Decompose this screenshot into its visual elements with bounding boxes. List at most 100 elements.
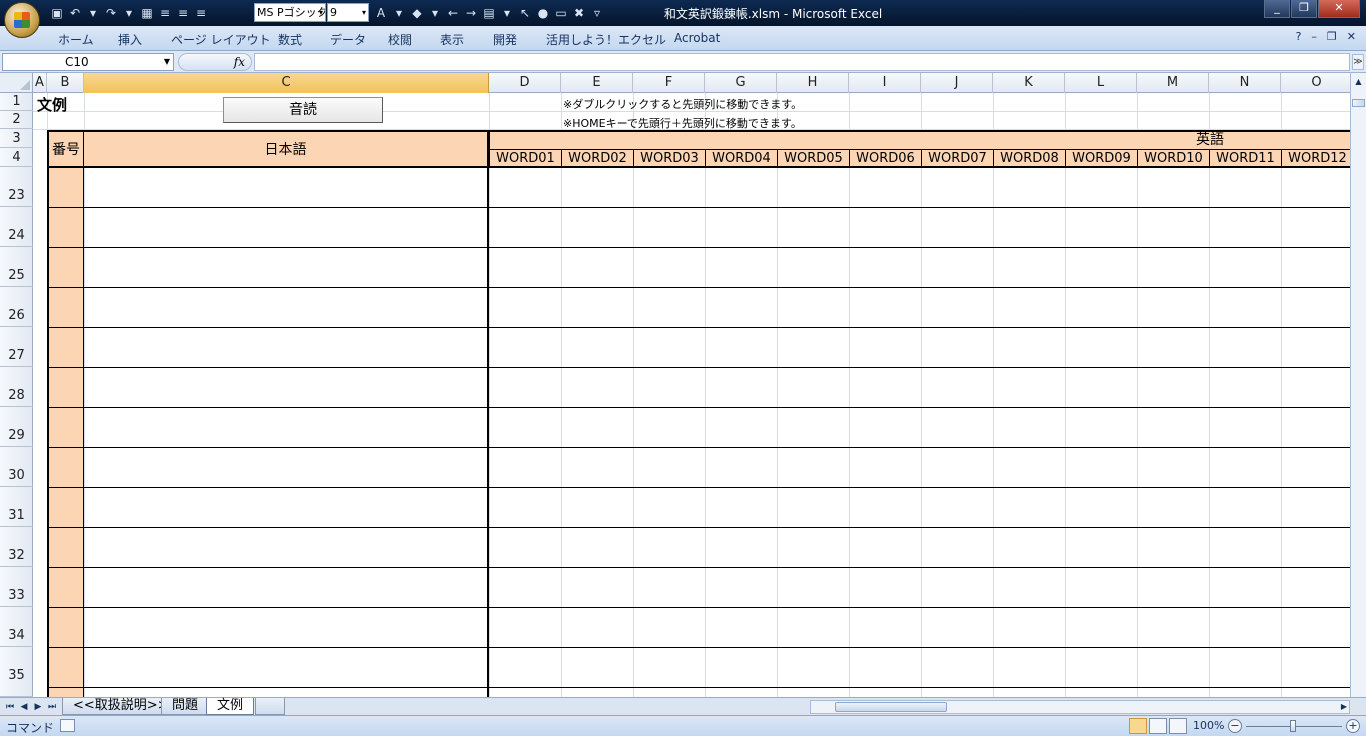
word-header[interactable]: WORD12 [1282,150,1350,167]
page-layout-view-button[interactable] [1149,718,1167,734]
header-eigo[interactable]: 英語 [488,130,1350,149]
row-header[interactable]: 34 [0,607,33,647]
col-header-b[interactable]: B [47,73,84,93]
zoom-in-button[interactable]: + [1346,719,1360,733]
word-row[interactable] [489,608,1350,648]
select-all-button[interactable] [0,73,33,93]
nihongo-cell[interactable] [84,408,489,448]
word-header[interactable]: WORD11 [1210,150,1282,167]
word-header[interactable]: WORD09 [1066,150,1138,167]
tab-page-layout[interactable]: ページ レイアウト [171,31,271,48]
word-row[interactable] [489,528,1350,568]
help-icon[interactable]: ? [1296,30,1302,43]
bangou-cell[interactable] [47,408,84,448]
name-box[interactable]: C10 ▼ [2,53,174,71]
nihongo-cell[interactable] [84,168,489,208]
insert-function-button[interactable]: fx [178,53,252,71]
zoom-level[interactable]: 100% [1193,719,1224,732]
word-header[interactable]: WORD03 [634,150,706,167]
insert-sheet-icon[interactable] [255,698,285,715]
word-row[interactable] [489,648,1350,688]
col-header-a[interactable]: A [33,73,47,93]
header-nihongo[interactable]: 日本語 [84,130,489,168]
col-header-k[interactable]: K [993,73,1065,93]
ondoku-button[interactable]: 音読 [223,97,383,123]
tab-home[interactable]: ホーム [58,31,94,48]
tab-insert[interactable]: 挿入 [118,31,142,48]
zoom-out-button[interactable]: − [1228,719,1242,733]
workbook-close-button[interactable]: ✕ [1347,30,1356,43]
col-header-g[interactable]: G [705,73,777,93]
bangou-cell[interactable] [47,248,84,288]
formula-input[interactable] [254,53,1350,71]
col-header-o[interactable]: O [1281,73,1350,93]
sheet-tab-bunrei[interactable]: 文例 [206,698,255,715]
col-header-e[interactable]: E [561,73,633,93]
bangou-cell[interactable] [47,328,84,368]
bangou-cell[interactable] [47,648,84,688]
nihongo-cell[interactable] [84,328,489,368]
nihongo-cell[interactable] [84,208,489,248]
workbook-minimize-button[interactable]: – [1311,30,1317,43]
header-bangou[interactable]: 番号 [47,130,84,168]
col-header-l[interactable]: L [1065,73,1137,93]
word-header[interactable]: WORD07 [922,150,994,167]
nihongo-cell[interactable] [84,568,489,608]
tab-view[interactable]: 表示 [440,31,464,48]
word-header[interactable]: WORD04 [706,150,778,167]
minimize-button[interactable]: _ [1264,0,1290,18]
col-header-i[interactable]: I [849,73,921,93]
bangou-cell[interactable] [47,168,84,208]
word-row[interactable] [489,328,1350,368]
bangou-cell[interactable] [47,568,84,608]
row-header[interactable]: 25 [0,247,33,287]
row-header[interactable]: 27 [0,327,33,367]
zoom-slider-thumb[interactable] [1290,720,1296,732]
word-header[interactable]: WORD08 [994,150,1066,167]
bangou-cell[interactable] [47,688,84,697]
bangou-cell[interactable] [47,368,84,408]
macro-record-icon[interactable] [60,719,75,732]
tab-developer[interactable]: 開発 [493,31,517,48]
word-row[interactable] [489,368,1350,408]
word-header[interactable]: WORD05 [778,150,850,167]
word-header[interactable]: WORD01 [490,150,562,167]
bangou-cell[interactable] [47,488,84,528]
word-header[interactable]: WORD02 [562,150,634,167]
name-box-dropdown-icon[interactable]: ▼ [164,54,170,70]
bangou-cell[interactable] [47,608,84,648]
page-break-view-button[interactable] [1169,718,1187,734]
nihongo-cell[interactable] [84,288,489,328]
row-header[interactable]: 23 [0,167,33,207]
worksheet-grid[interactable]: A B C D E F G H I J K L M N O 1 2 3 4 23… [0,73,1350,697]
vertical-scrollbar[interactable]: ▲ [1350,73,1366,697]
prev-sheet-icon[interactable]: ◀ [17,700,31,714]
nihongo-cell[interactable] [84,608,489,648]
vertical-scroll-thumb[interactable] [1352,99,1365,107]
row-header[interactable]: 30 [0,447,33,487]
word-header[interactable]: WORD06 [850,150,922,167]
word-row[interactable] [489,248,1350,288]
row-header[interactable]: 31 [0,487,33,527]
nihongo-cell[interactable] [84,528,489,568]
row-header[interactable]: 2 [0,111,33,129]
tab-formulas[interactable]: 数式 [278,31,302,48]
normal-view-button[interactable] [1129,718,1147,734]
tab-acrobat[interactable]: Acrobat [674,31,720,45]
row-header[interactable]: 24 [0,207,33,247]
row-header[interactable]: 4 [0,148,33,167]
bangou-cell[interactable] [47,208,84,248]
scroll-right-icon[interactable]: ▶ [1341,701,1347,713]
word-row[interactable] [489,488,1350,528]
tab-data[interactable]: データ [330,31,366,48]
close-button[interactable]: ✕ [1318,0,1360,18]
office-button[interactable] [4,2,40,38]
row-header[interactable]: 29 [0,407,33,447]
row-header[interactable]: 35 [0,647,33,697]
word-row[interactable] [489,408,1350,448]
last-sheet-icon[interactable]: ⏭ [45,700,59,714]
tab-katsuyou[interactable]: 活用しよう！エクセル [546,31,666,48]
bangou-cell[interactable] [47,288,84,328]
scroll-up-icon[interactable]: ▲ [1352,75,1365,89]
expand-formula-bar-icon[interactable]: ≫ [1352,54,1364,70]
